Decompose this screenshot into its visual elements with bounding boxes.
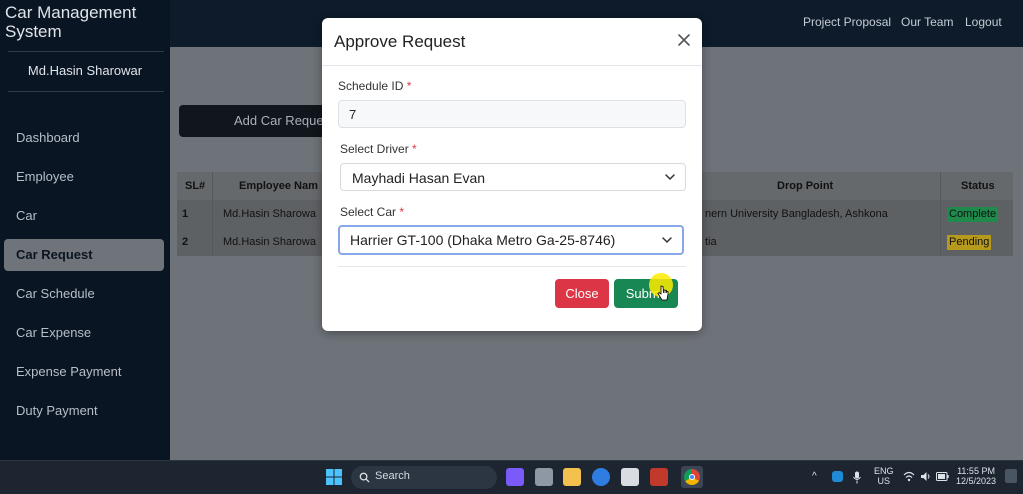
store-icon[interactable] [592, 468, 610, 486]
battery-icon[interactable] [936, 472, 949, 481]
volume-icon[interactable] [920, 471, 932, 482]
chevron-down-icon [665, 174, 675, 181]
app-icon[interactable] [650, 468, 668, 486]
close-button[interactable]: Close [555, 279, 609, 308]
sidebar-item-dashboard[interactable]: Dashboard [4, 122, 164, 154]
nav-link-our-team[interactable]: Our Team [901, 15, 953, 29]
sidebar-divider [8, 51, 164, 52]
required-mark: * [412, 142, 417, 156]
column-divider [940, 228, 941, 256]
sidebar-item-duty-payment[interactable]: Duty Payment [4, 395, 164, 427]
car-select[interactable]: Harrier GT-100 (Dhaka Metro Ga-25-8746) [338, 225, 684, 255]
column-header-drop-point: Drop Point [777, 180, 834, 192]
modal-footer-divider [338, 266, 686, 267]
sidebar-item-employee[interactable]: Employee [4, 161, 164, 193]
approve-request-modal: Approve Request Schedule ID * 7 Select D… [322, 18, 702, 331]
car-select-value: Harrier GT-100 (Dhaka Metro Ga-25-8746) [350, 232, 616, 248]
taskbar-search-box[interactable] [351, 466, 497, 489]
sidebar-item-car[interactable]: Car [4, 200, 164, 232]
status-badge: Pending [947, 235, 992, 250]
chrome-icon[interactable] [681, 466, 703, 488]
copilot-icon[interactable] [506, 468, 524, 486]
sidebar-item-expense-payment[interactable]: Expense Payment [4, 356, 164, 388]
region-code: US [877, 476, 891, 486]
column-divider [940, 200, 941, 228]
column-divider [940, 172, 941, 200]
column-header-status: Status [961, 180, 995, 192]
column-header-sl: SL# [185, 180, 206, 192]
modal-title: Approve Request [334, 32, 466, 51]
driver-select[interactable]: Mayhadi Hasan Evan [340, 163, 686, 191]
row-employee: Md.Hasin Sharowa [223, 236, 316, 248]
schedule-id-label-text: Schedule ID [338, 79, 404, 93]
status-badge: Complete [947, 207, 999, 222]
row-sl: 2 [182, 236, 189, 248]
row-drop-point: tia [705, 236, 717, 248]
nav-link-logout[interactable]: Logout [965, 15, 1002, 29]
language-indicator[interactable]: ENG US [874, 466, 894, 486]
clock-date: 12/5/2023 [956, 476, 997, 486]
required-mark: * [406, 79, 412, 93]
hand-cursor-icon [657, 285, 669, 301]
car-label-text: Select Car [340, 205, 397, 219]
sidebar-item-car-schedule[interactable]: Car Schedule [4, 278, 164, 310]
search-icon [359, 472, 370, 483]
tray-app-icon[interactable] [832, 471, 843, 482]
driver-label-text: Select Driver [340, 142, 409, 156]
column-header-employee: Employee Nam [239, 180, 318, 192]
clock[interactable]: 11:55 PM 12/5/2023 [956, 466, 996, 486]
row-sl: 1 [182, 208, 189, 220]
driver-select-value: Mayhadi Hasan Evan [352, 170, 486, 186]
snipping-tool-icon[interactable] [621, 468, 639, 486]
sidebar-divider [8, 91, 164, 92]
row-employee: Md.Hasin Sharowa [223, 208, 316, 220]
language-code: ENG [874, 466, 894, 476]
row-drop-point: nern University Bangladesh, Ashkona [705, 208, 888, 220]
column-divider [212, 200, 213, 228]
clock-time: 11:55 PM [957, 466, 995, 476]
sidebar-item-car-expense[interactable]: Car Expense [4, 317, 164, 349]
windows-start-icon[interactable] [325, 468, 343, 486]
close-icon[interactable] [676, 32, 692, 48]
column-divider [212, 228, 213, 256]
file-explorer-icon[interactable] [563, 468, 581, 486]
brand-title: Car Management System [5, 3, 137, 41]
wifi-icon[interactable] [903, 471, 915, 482]
required-mark: * [399, 205, 405, 219]
os-taskbar: Search ^ ENG US 11:55 PM 12/5/2023 [0, 460, 1023, 494]
nav-link-project-proposal[interactable]: Project Proposal [803, 15, 891, 29]
notification-icon[interactable] [1005, 469, 1017, 483]
schedule-id-input[interactable]: 7 [338, 100, 686, 128]
microphone-icon[interactable] [852, 471, 862, 484]
chevron-up-icon[interactable]: ^ [812, 472, 817, 482]
sidebar: Car Management System Md.Hasin Sharowar … [0, 0, 170, 460]
taskbar-search-label: Search [375, 470, 410, 482]
column-divider [212, 172, 213, 200]
user-name: Md.Hasin Sharowar [27, 63, 143, 78]
task-view-icon[interactable] [535, 468, 553, 486]
driver-label: Select Driver * [340, 142, 417, 156]
modal-header: Approve Request [322, 18, 702, 66]
car-label: Select Car * [340, 205, 404, 219]
add-car-request-button[interactable]: Add Car Reque [179, 105, 339, 137]
chevron-down-icon [662, 237, 672, 244]
sidebar-item-car-request[interactable]: Car Request [4, 239, 164, 271]
schedule-id-label: Schedule ID * [338, 79, 411, 93]
